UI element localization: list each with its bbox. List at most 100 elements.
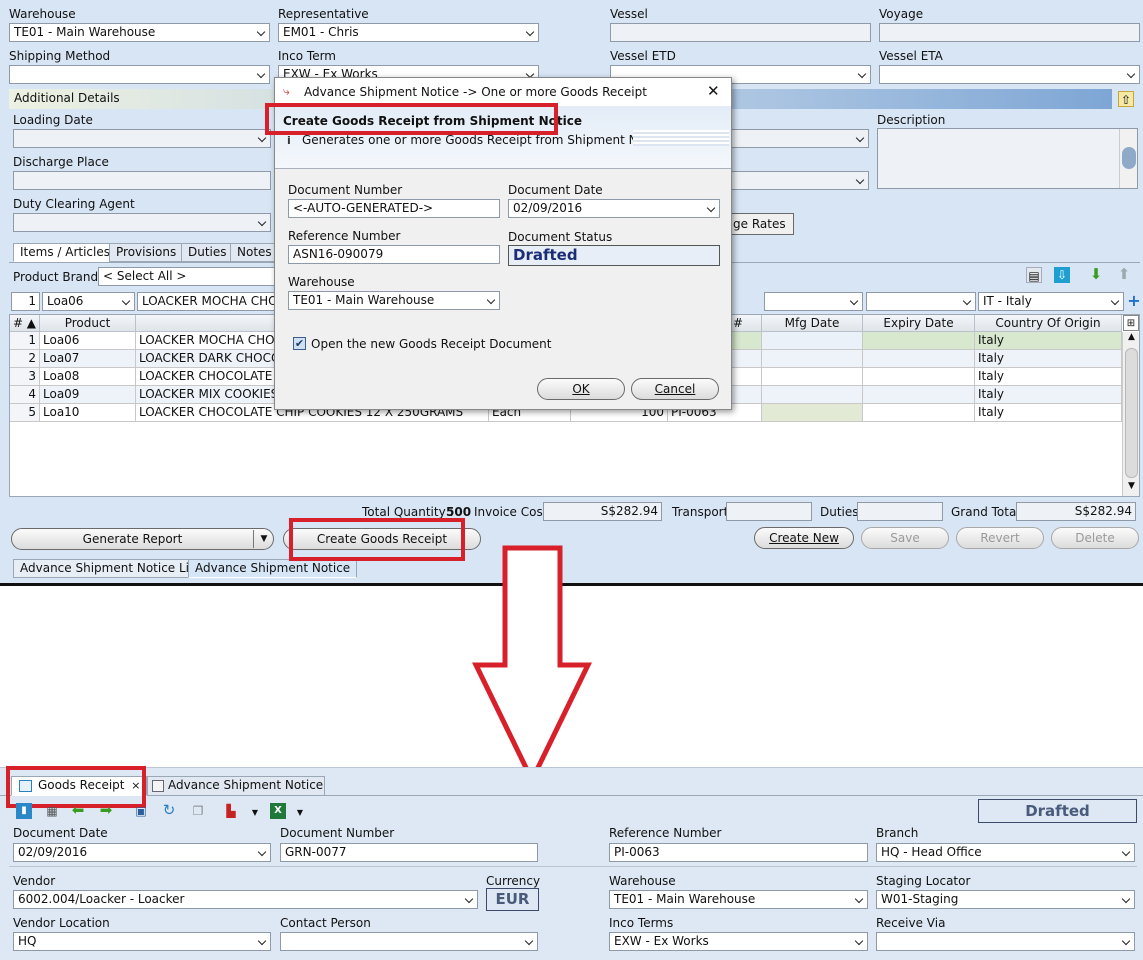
grid-cell-code[interactable]: Loa09 <box>40 386 136 404</box>
discharge-place-input[interactable] <box>13 171 271 190</box>
shipping-method-select[interactable] <box>9 65 270 84</box>
transport-input[interactable] <box>726 502 812 521</box>
tab-duties[interactable]: Duties <box>181 243 234 262</box>
grid-icon[interactable]: ▦ <box>44 803 60 819</box>
gr-contact-select[interactable] <box>280 932 538 951</box>
refresh-icon[interactable]: ↻ <box>161 802 177 818</box>
open-document-checkbox[interactable]: ✔ <box>293 337 306 350</box>
grid-cell-origin[interactable]: Italy <box>975 332 1122 350</box>
create-goods-receipt-button[interactable]: Create Goods Receipt <box>283 528 481 550</box>
gr-ref-number-input[interactable]: PI-0063 <box>609 843 868 862</box>
grid-cell-exp[interactable] <box>863 386 975 404</box>
ok-button[interactable]: OK <box>537 378 625 400</box>
export-icon[interactable]: ▤ <box>1026 267 1042 283</box>
excel-icon[interactable]: X <box>270 803 286 819</box>
entry-product-code-select[interactable]: Loa06 <box>42 292 135 311</box>
tab-close-icon[interactable]: × <box>131 777 140 794</box>
dialog-doc-date-select[interactable]: 02/09/2016 <box>508 199 720 218</box>
forward-arrow-icon[interactable]: ➡ <box>98 802 114 818</box>
cancel-button[interactable]: Cancel <box>631 378 719 400</box>
gr-vendor-location-select[interactable]: HQ <box>13 932 271 951</box>
tab-asn[interactable]: Advance Shipment Notice <box>188 559 358 578</box>
grid-columns-icon[interactable]: ⊞ <box>1123 315 1139 331</box>
entry-product-name-input[interactable]: LOACKER MOCHA CHOC <box>137 292 275 311</box>
grid-header-expiry-date[interactable]: Expiry Date <box>863 315 975 332</box>
grid-cell-code[interactable]: Loa06 <box>40 332 136 350</box>
revert-button[interactable]: Revert <box>956 527 1044 549</box>
grid-header-description[interactable] <box>136 315 275 332</box>
import-icon[interactable]: ⇩ <box>1054 267 1070 283</box>
nav-first-icon[interactable]: ▮ <box>16 803 32 819</box>
grid-cell-n[interactable]: 5 <box>10 404 40 422</box>
save-icon[interactable]: ▣ <box>133 803 149 819</box>
tab-goods-receipt[interactable]: Goods Receipt × <box>11 776 148 796</box>
move-down-icon[interactable]: ⬇ <box>1088 266 1104 282</box>
pdf-icon[interactable]: ▙ <box>223 803 239 819</box>
grid-header-num[interactable]: # ▲ <box>10 315 40 332</box>
grid-cell-exp[interactable] <box>863 332 975 350</box>
grid-cell-mfg[interactable] <box>762 368 863 386</box>
gr-vendor-select[interactable]: 6002.004/Loacker - Loacker <box>13 890 478 909</box>
vessel-input[interactable] <box>610 23 871 42</box>
dialog-warehouse-select[interactable]: TE01 - Main Warehouse <box>288 291 500 310</box>
tab-items-articles[interactable]: Items / Articles <box>13 243 117 262</box>
grid-cell-origin[interactable]: Italy <box>975 404 1122 422</box>
close-icon[interactable]: ✕ <box>707 82 720 100</box>
grid-cell-origin[interactable]: Italy <box>975 368 1122 386</box>
create-new-button[interactable]: Create New <box>754 527 854 549</box>
description-textarea[interactable] <box>877 128 1138 189</box>
gr-doc-date-select[interactable]: 02/09/2016 <box>13 843 271 862</box>
delete-button[interactable]: Delete <box>1051 527 1139 549</box>
grid-cell-mfg[interactable] <box>762 350 863 368</box>
grid-cell-exp[interactable] <box>863 404 975 422</box>
dialog-ref-number-input[interactable]: ASN16-090079 <box>288 245 500 264</box>
grid-header-country[interactable]: Country Of Origin <box>975 315 1122 332</box>
product-brand-select[interactable]: < Select All > <box>98 267 278 286</box>
chevron-down-icon[interactable]: ▼ <box>292 805 308 821</box>
grid-cell-mfg[interactable] <box>762 404 863 422</box>
chevron-down-icon[interactable]: ▼ <box>256 531 272 547</box>
grid-cell-mfg[interactable] <box>762 332 863 350</box>
back-arrow-icon[interactable]: ⬅ <box>70 802 86 818</box>
gr-inco-select[interactable]: EXW - Ex Works <box>609 932 868 951</box>
dialog-doc-number-input[interactable]: <-AUTO-GENERATED-> <box>288 199 500 218</box>
rates-button[interactable]: ge Rates <box>728 213 794 235</box>
save-button[interactable]: Save <box>861 527 949 549</box>
collapse-icon[interactable]: ⇧ <box>1118 91 1134 107</box>
grid-cell-code[interactable]: Loa10 <box>40 404 136 422</box>
chevron-down-icon[interactable]: ▼ <box>247 805 263 821</box>
entry-expiry-date-select[interactable] <box>866 292 976 311</box>
move-up-icon[interactable]: ⬆ <box>1116 266 1132 282</box>
duty-agent-select[interactable] <box>13 213 271 232</box>
tab-advance-shipment-notice[interactable]: Advance Shipment Notice <box>147 776 325 796</box>
grid-cell-origin[interactable]: Italy <box>975 350 1122 368</box>
copy-icon[interactable]: ❐ <box>190 803 206 819</box>
representative-select[interactable]: EM01 - Chris <box>278 23 539 42</box>
duties-input[interactable] <box>857 502 943 521</box>
tab-asn-list[interactable]: Advance Shipment Notice List <box>13 559 207 578</box>
grid-cell-n[interactable]: 1 <box>10 332 40 350</box>
vessel-eta-select[interactable] <box>879 65 1140 84</box>
entry-qty-input[interactable]: 1 <box>11 292 40 311</box>
grid-scrollbar[interactable]: ▲ ▼ <box>1122 332 1139 496</box>
loading-date-select[interactable] <box>13 129 271 148</box>
tab-provisions[interactable]: Provisions <box>109 243 184 262</box>
right-field-select-1[interactable] <box>728 129 869 148</box>
gr-receive-via-select[interactable] <box>876 932 1135 951</box>
gr-branch-select[interactable]: HQ - Head Office <box>876 843 1135 862</box>
entry-country-select[interactable]: IT - Italy <box>978 292 1124 311</box>
right-field-select-2[interactable] <box>728 171 869 190</box>
description-scrollbar[interactable] <box>1119 129 1137 188</box>
grid-header-mfg-date[interactable]: Mfg Date <box>762 315 863 332</box>
grid-header-lot[interactable]: # <box>731 315 762 332</box>
grid-cell-code[interactable]: Loa07 <box>40 350 136 368</box>
entry-mfg-date-select[interactable] <box>764 292 863 311</box>
grid-cell-n[interactable]: 3 <box>10 368 40 386</box>
gr-doc-number-input[interactable]: GRN-0077 <box>280 843 538 862</box>
grid-cell-exp[interactable] <box>863 350 975 368</box>
generate-report-button[interactable]: Generate Report <box>11 528 274 550</box>
grid-cell-exp[interactable] <box>863 368 975 386</box>
add-row-icon[interactable]: + <box>1126 293 1142 309</box>
voyage-input[interactable] <box>879 23 1140 42</box>
grid-cell-n[interactable]: 4 <box>10 386 40 404</box>
